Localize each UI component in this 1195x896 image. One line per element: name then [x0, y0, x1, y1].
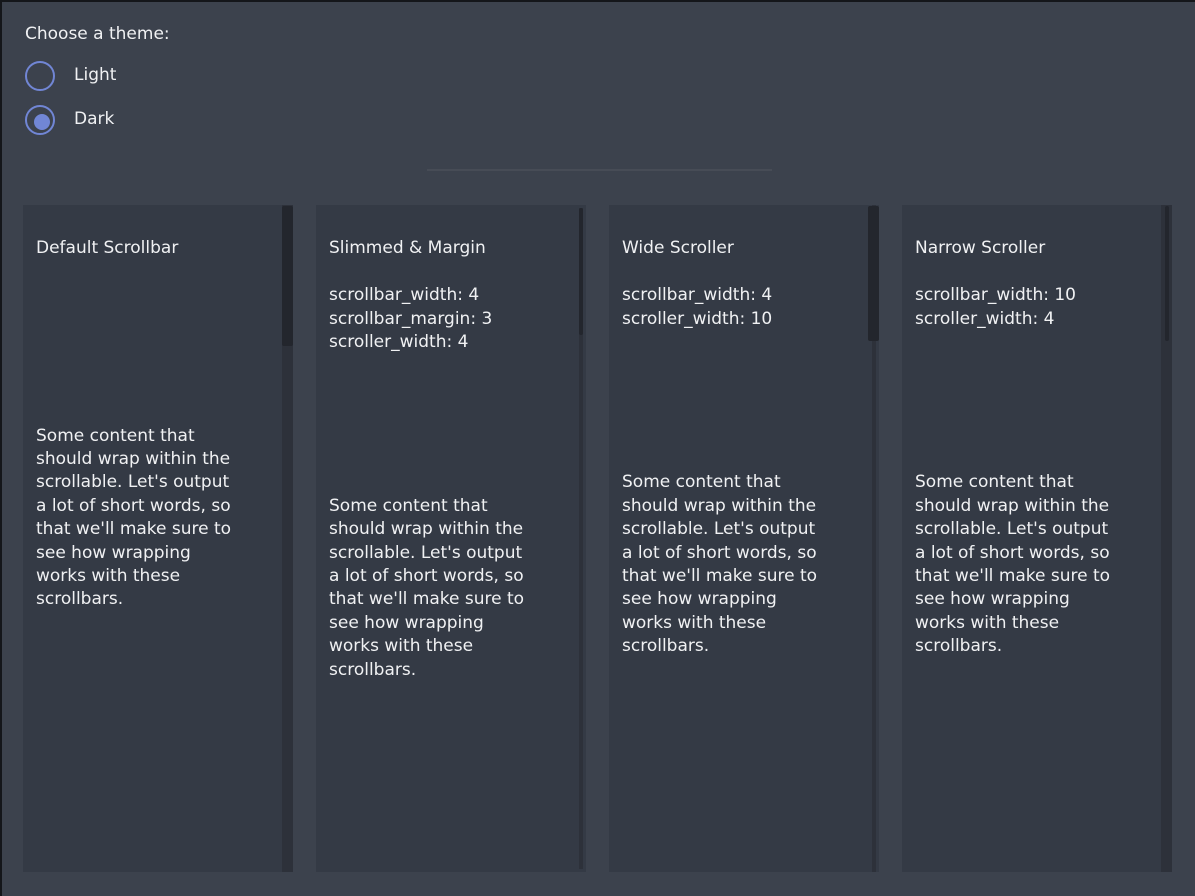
scrollbar-thumb[interactable]: [1165, 206, 1169, 341]
panel-content: Slimmed & Margin scrollbar_width: 4 scro…: [329, 214, 569, 706]
panel-title: Wide Scroller: [622, 237, 862, 260]
scroll-panel-slimmed[interactable]: Slimmed & Margin scrollbar_width: 4 scro…: [316, 205, 586, 872]
window-top-edge: [0, 0, 1195, 2]
window-left-edge: [0, 0, 2, 896]
scrollbar-thumb[interactable]: [282, 206, 293, 346]
panel-params: scrollbar_width: 4 scrollbar_margin: 3 s…: [329, 284, 569, 354]
panel-params: scrollbar_width: 10 scroller_width: 4: [915, 284, 1155, 331]
radio-icon[interactable]: [25, 61, 55, 91]
panel-title: Slimmed & Margin: [329, 237, 569, 260]
panel-body-text: Some content that should wrap within the…: [915, 471, 1155, 658]
theme-chooser-label: Choose a theme:: [25, 23, 170, 46]
app-window: Choose a theme: Light Dark Default Scrol…: [0, 0, 1195, 896]
scrollbar-thumb[interactable]: [868, 206, 879, 341]
section-divider: [427, 169, 772, 171]
panel-content: Default Scrollbar Some content that shou…: [36, 214, 276, 635]
panel-content: Narrow Scroller scrollbar_width: 10 scro…: [915, 214, 1155, 682]
radio-icon[interactable]: [25, 105, 55, 135]
scrollbar-thumb[interactable]: [579, 208, 583, 335]
scroll-panel-wide[interactable]: Wide Scroller scrollbar_width: 4 scrolle…: [609, 205, 879, 872]
radio-label-light: Light: [74, 64, 116, 87]
panel-body-text: Some content that should wrap within the…: [622, 471, 862, 658]
panel-body-text: Some content that should wrap within the…: [329, 495, 569, 682]
panel-params: scrollbar_width: 4 scroller_width: 10: [622, 284, 862, 331]
radio-label-dark: Dark: [74, 108, 114, 131]
panel-title: Default Scrollbar: [36, 237, 276, 260]
scroll-panel-narrow[interactable]: Narrow Scroller scrollbar_width: 10 scro…: [902, 205, 1172, 872]
scroll-panel-default[interactable]: Default Scrollbar Some content that shou…: [23, 205, 293, 872]
radio-dot-icon: [34, 114, 50, 130]
panel-content: Wide Scroller scrollbar_width: 4 scrolle…: [622, 214, 862, 682]
panel-title: Narrow Scroller: [915, 237, 1155, 260]
panel-body-text: Some content that should wrap within the…: [36, 425, 276, 612]
